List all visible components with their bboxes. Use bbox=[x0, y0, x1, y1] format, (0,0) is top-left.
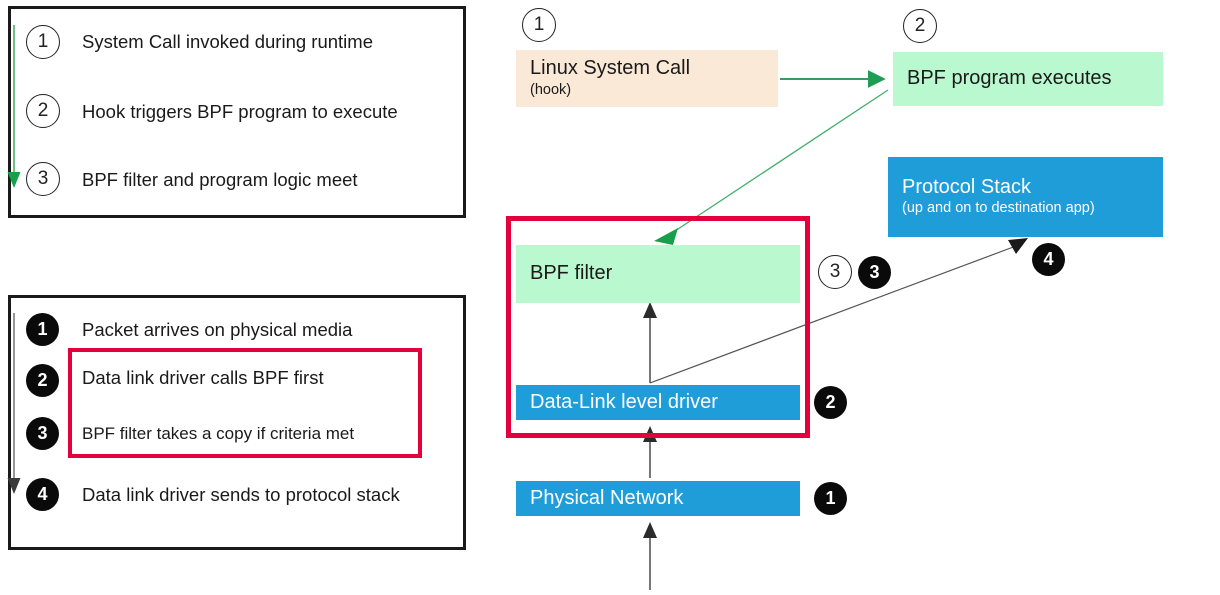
box-physical-network[interactable]: Physical Network bbox=[516, 481, 800, 516]
box-protocol-stack[interactable]: Protocol Stack (up and on to destination… bbox=[888, 157, 1163, 237]
packet-step-number-2: 2 bbox=[26, 364, 59, 397]
box-linux-system-call[interactable]: Linux System Call (hook) bbox=[516, 50, 778, 107]
box-linux-system-call-title: Linux System Call bbox=[530, 57, 691, 80]
box-bpf-filter-title: BPF filter bbox=[530, 262, 613, 285]
box-physical-network-title: Physical Network bbox=[530, 486, 684, 509]
packet-step-label-4: Data link driver sends to protocol stack bbox=[82, 484, 400, 505]
flow-badge-syscall: 1 bbox=[522, 8, 556, 42]
flow-badge-bpf-filter-filled: 3 bbox=[858, 256, 891, 289]
packet-step-label-3: BPF filter takes a copy if criteria met bbox=[82, 424, 355, 443]
packet-step-number-4: 4 bbox=[26, 478, 59, 511]
flow-badge-bpf-program: 2 bbox=[903, 9, 937, 43]
packet-step-number-3: 3 bbox=[26, 417, 59, 450]
box-protocol-stack-title: Protocol Stack bbox=[902, 175, 1031, 198]
box-data-link-level-driver[interactable]: Data-Link level driver bbox=[516, 385, 800, 420]
box-data-link-title: Data-Link level driver bbox=[530, 390, 718, 413]
flow-badge-data-link: 2 bbox=[814, 386, 847, 419]
flow-badge-physical-network: 1 bbox=[814, 482, 847, 515]
box-bpf-program-title: BPF program executes bbox=[907, 67, 1112, 90]
flow-badge-protocol-stack: 4 bbox=[1032, 243, 1065, 276]
box-bpf-filter[interactable]: BPF filter bbox=[516, 245, 800, 303]
flow-badge-bpf-filter-outline: 3 bbox=[818, 255, 852, 289]
packet-step-number-1: 1 bbox=[26, 313, 59, 346]
box-bpf-program-executes[interactable]: BPF program executes bbox=[893, 52, 1163, 106]
packet-step-label-2: Data link driver calls BPF first bbox=[82, 367, 324, 388]
box-linux-system-call-subtitle: (hook) bbox=[530, 81, 572, 98]
box-protocol-stack-subtitle: (up and on to destination app) bbox=[902, 200, 1095, 217]
packet-step-label-1: Packet arrives on physical media bbox=[82, 319, 353, 340]
diagram-canvas: 1 System Call invoked during runtime 2 H… bbox=[0, 0, 1220, 595]
